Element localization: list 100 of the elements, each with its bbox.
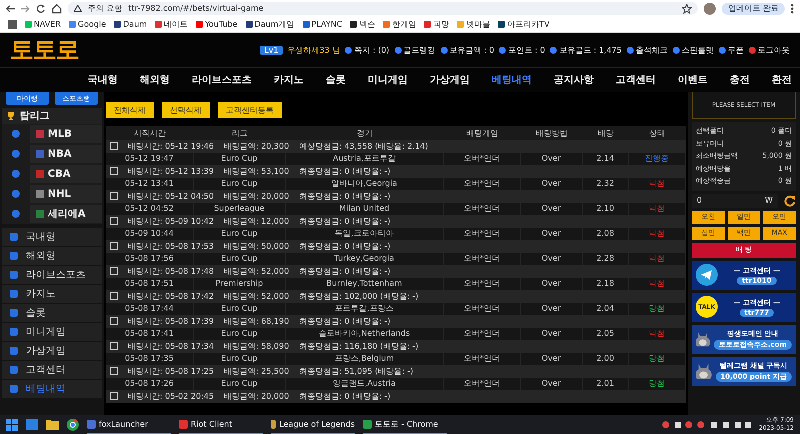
checkbox[interactable]: [110, 192, 118, 200]
bet-summary-text: 배팅금액: 68,190: [224, 316, 290, 327]
bet-summary-text: 배팅시간: 05-08 17:25: [128, 366, 214, 377]
site-logo[interactable]: 토토로: [10, 34, 79, 66]
bet-summary-text: 배팅시간: 05-12 04:50: [128, 190, 214, 202]
taskbar-app[interactable]: Riot Client: [179, 416, 263, 434]
checkbox[interactable]: [110, 367, 118, 376]
bet-summary-text: 배팅금액: 58,090: [224, 340, 290, 352]
nav-tab[interactable]: 라이브스포츠: [192, 73, 252, 87]
column-header: 리그: [231, 128, 249, 138]
bookmark-link[interactable]: Daum: [114, 20, 148, 29]
league-item[interactable]: NBA: [30, 145, 102, 163]
checkbox[interactable]: [110, 242, 118, 250]
checkbox[interactable]: [110, 292, 118, 300]
nav-tab[interactable]: 고객센터: [616, 73, 656, 87]
nav-tab[interactable]: 이벤트: [678, 73, 708, 87]
nav-tab[interactable]: 가상게임: [430, 73, 470, 87]
header-link[interactable]: 보유금액 : 0: [440, 44, 494, 56]
checkbox[interactable]: [110, 392, 118, 400]
taskbar-app[interactable]: foxLauncher: [87, 416, 171, 434]
header-link[interactable]: 출석체크: [627, 44, 668, 56]
chrome-icon[interactable]: [67, 418, 79, 430]
header-link[interactable]: 쪽지 : (0): [345, 44, 390, 56]
bookmark-link[interactable]: NAVER: [25, 20, 62, 29]
header-link[interactable]: 골드랭킹: [394, 44, 436, 56]
bet-summary-text: 예상당첨금: 43,558 (배당율: 2.14): [299, 140, 428, 152]
bet-summary-text: 배팅금액: 20,000: [224, 190, 290, 202]
bet-summary-text: 배팅금액: 52,000: [224, 290, 290, 302]
sidebar-menu-item[interactable]: 카지노: [2, 285, 102, 303]
amount-field[interactable]: 0 ₩: [692, 194, 778, 208]
bookmark-link[interactable]: 넷마블: [457, 19, 490, 30]
nav-tab[interactable]: 환전: [772, 73, 792, 87]
bookmark-link[interactable]: 한게임: [383, 19, 416, 30]
header-link[interactable]: 스핀룰렛: [673, 44, 714, 56]
folder-icon[interactable]: [46, 419, 59, 430]
profile-avatar-icon[interactable]: [704, 2, 716, 14]
address-bar[interactable]: 주의 요함 ttr-7982.com/#/bets/virtual-game: [68, 2, 698, 15]
sidebar-menu-item[interactable]: 슬롯: [2, 304, 102, 322]
nav-tab[interactable]: 해외형: [140, 73, 170, 87]
bet-summary-text: 배팅금액: 20,300: [224, 140, 290, 152]
sidebar-menu-item[interactable]: 라이브스포츠: [2, 266, 102, 284]
header-link[interactable]: 로그아웃: [749, 44, 790, 56]
sidebar-menu-item[interactable]: 미니게임: [2, 323, 102, 341]
header-link[interactable]: 포인트 : 0: [499, 44, 546, 56]
column-header: 배팅게임: [466, 128, 500, 138]
security-label[interactable]: 주의 요함: [88, 3, 123, 14]
checkbox[interactable]: [110, 317, 118, 326]
bet-summary-text: 배팅시간: 05-09 10:42: [128, 216, 214, 227]
action-button[interactable]: 고객센터등록: [218, 102, 282, 118]
header-link[interactable]: 쿠폰: [719, 44, 744, 56]
bookmark-link[interactable]: Daum게임: [246, 19, 295, 30]
league-dot-icon: [12, 150, 20, 158]
bookmark-link[interactable]: Google: [69, 20, 106, 29]
sidebar-menu-item[interactable]: 해외형: [2, 247, 102, 265]
taskbar-app[interactable]: League of Legends: [271, 416, 355, 434]
windows-start-icon[interactable]: [6, 418, 18, 430]
header-link[interactable]: 보유골드 : 1,475: [550, 44, 622, 56]
league-item[interactable]: MLB: [30, 125, 102, 143]
nav-tab[interactable]: 카지노: [274, 73, 304, 87]
sidebar-menu-item[interactable]: 가상게임: [2, 342, 102, 360]
checkbox[interactable]: [110, 267, 118, 276]
sidebar-menu-item[interactable]: 베팅내역: [2, 380, 102, 398]
back-icon[interactable]: [6, 4, 15, 12]
warning-icon[interactable]: [74, 5, 82, 12]
bet-summary-text: 최종당첨금: 51,095 (배당율: -): [299, 366, 414, 377]
nav-tab[interactable]: 베팅내역: [492, 73, 532, 87]
refresh-icon[interactable]: [784, 194, 796, 206]
bookmark-link[interactable]: 아프리카TV: [498, 19, 550, 30]
bookmark-link[interactable]: PLAYNC: [302, 20, 342, 29]
bookmark-link[interactable]: 네이트: [155, 19, 188, 30]
bookmark-link[interactable]: 넥슨: [350, 19, 376, 30]
reload-icon[interactable]: [36, 4, 46, 14]
checkbox[interactable]: [110, 342, 118, 350]
bookmark-star-icon[interactable]: [682, 4, 692, 14]
bet-summary-text: 배팅금액: 12,000: [224, 216, 290, 227]
nav-tab[interactable]: 국내형: [88, 73, 118, 87]
nav-tab[interactable]: 미니게임: [368, 73, 408, 87]
forward-icon[interactable]: [21, 4, 30, 12]
checkbox[interactable]: [110, 142, 118, 150]
update-button[interactable]: 업데이트 완료: [722, 2, 785, 14]
sidebar-menu-item[interactable]: 고객센터: [2, 361, 102, 379]
sidebar-menu-item[interactable]: 국내형: [2, 228, 102, 246]
action-button[interactable]: 선택삭제: [162, 102, 210, 118]
bookmark-link[interactable]: YouTube: [196, 20, 238, 29]
taskbar-app[interactable]: 토토로 - Chrome: [363, 416, 447, 434]
league-item[interactable]: 세리에A: [30, 205, 102, 223]
home-icon[interactable]: [52, 4, 62, 14]
league-item[interactable]: CBA: [30, 165, 102, 183]
checkbox[interactable]: [110, 167, 118, 176]
menu-icon[interactable]: [791, 4, 794, 14]
nav-tab[interactable]: 슬롯: [326, 73, 346, 87]
nav-tab[interactable]: 공지사항: [554, 73, 594, 87]
bet-summary-text: 최종당첨금: 0 (배당율: -): [299, 390, 391, 402]
nav-tab[interactable]: 충전: [730, 73, 750, 87]
action-button[interactable]: 전체삭제: [106, 102, 154, 118]
league-item[interactable]: NHL: [30, 185, 102, 203]
bet-summary-text: 배팅시간: 05-08 17:42: [128, 290, 214, 302]
bookmark-link[interactable]: 피망: [424, 19, 450, 30]
url-text[interactable]: ttr-7982.com/#/bets/virtual-game: [128, 4, 676, 13]
checkbox[interactable]: [110, 217, 118, 226]
